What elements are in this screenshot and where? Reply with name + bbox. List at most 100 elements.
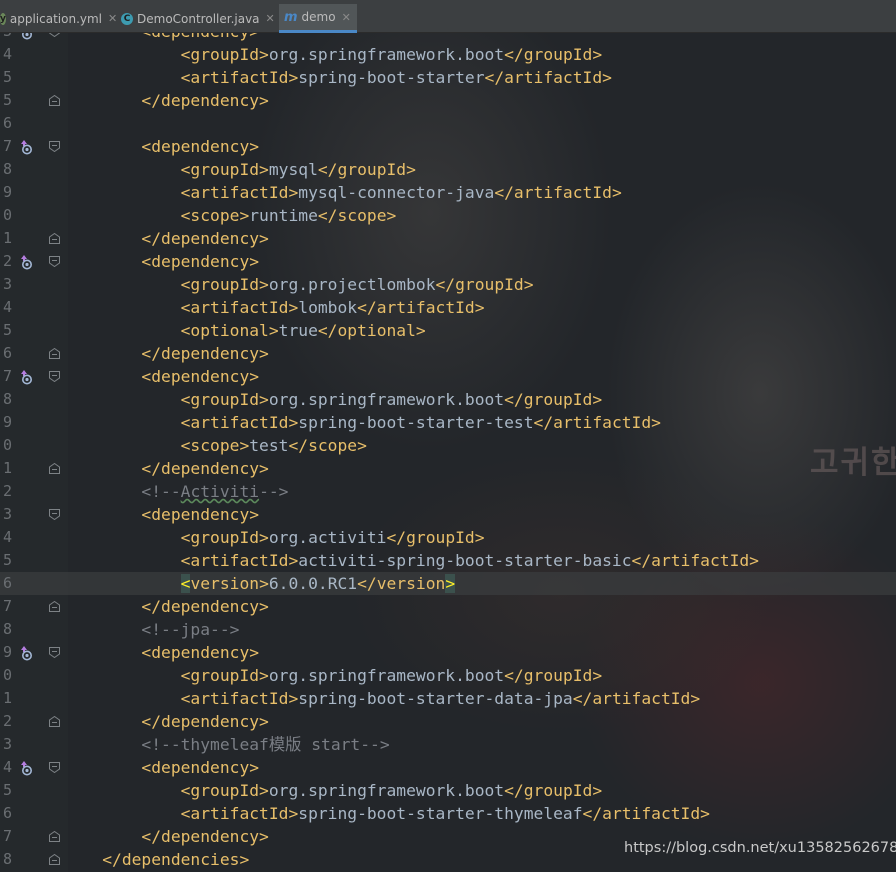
line-number: 9 [2,183,12,201]
code-tag: <dependency> [63,643,260,662]
code-tag: </version [357,574,446,593]
fold-open-icon[interactable] [49,647,60,658]
fold-open-icon[interactable] [49,256,60,267]
code-line[interactable]: 6 [0,112,896,135]
code-tag: </artifactId> [357,298,485,317]
line-number: 1 [2,689,12,707]
code-tag: <dependency> [63,758,260,777]
code-line[interactable]: 6 <version>6.0.0.RC1</version> [0,572,896,595]
code-tag: </artifactId> [582,804,710,823]
overrides-icon[interactable] [19,254,35,270]
code-line[interactable]: 5 <optional>true</optional> [0,319,896,342]
code-line[interactable]: 3 <dependency> [0,503,896,526]
close-icon[interactable]: ✕ [340,11,351,24]
code-comment: <!-- [63,482,181,501]
code-tag: <scope> [63,206,250,225]
line-number: 3 [2,275,12,293]
fold-close-icon[interactable] [49,601,60,612]
code-line[interactable]: 1 <artifactId>spring-boot-starter-data-j… [0,687,896,710]
code-text: </dependency> [63,710,269,733]
code-tag: </dependency> [63,712,269,731]
code-line[interactable]: 4 <groupId>org.springframework.boot</gro… [0,43,896,66]
overrides-icon[interactable] [19,139,35,155]
code-line[interactable]: 0 <scope>test</scope> [0,434,896,457]
code-line[interactable]: 0 <scope>runtime</scope> [0,204,896,227]
code-tag: </groupId> [504,45,603,64]
fold-open-icon[interactable] [49,371,60,382]
code-tag: </optional> [317,321,426,340]
code-line[interactable]: 0 <groupId>org.springframework.boot</gro… [0,664,896,687]
line-number: 0 [2,666,12,684]
code-line[interactable]: 5 <groupId>org.springframework.boot</gro… [0,779,896,802]
code-line[interactable]: 2 <!--Activiti--> [0,480,896,503]
fold-close-icon[interactable] [49,854,60,865]
line-number: 9 [2,413,12,431]
overrides-icon[interactable] [19,760,35,776]
code-line[interactable]: 6 <artifactId>spring-boot-starter-thymel… [0,802,896,825]
line-number: 7 [2,137,12,155]
fold-close-icon[interactable] [49,233,60,244]
code-line[interactable]: 5 <artifactId>spring-boot-starter</artif… [0,66,896,89]
code-line[interactable]: 4 <groupId>org.activiti</groupId> [0,526,896,549]
code-value: spring-boot-starter-test [298,413,534,432]
code-line[interactable]: 7 <dependency> [0,135,896,158]
code-line[interactable]: 3 <!--thymeleaf模版 start--> [0,733,896,756]
tab-label: application.yml [9,11,103,26]
code-line[interactable]: 2 <dependency> [0,250,896,273]
overrides-icon[interactable] [19,645,35,661]
code-line[interactable]: 4 <dependency> [0,756,896,779]
overrides-icon[interactable] [19,33,35,40]
code-line[interactable]: 2 </dependency> [0,710,896,733]
fold-close-icon[interactable] [49,831,60,842]
line-number: 3 [0,33,12,43]
close-icon[interactable]: ✕ [106,12,117,25]
fold-close-icon[interactable] [49,716,60,727]
code-line[interactable]: 9 <artifactId>spring-boot-starter-test</… [0,411,896,434]
fold-close-icon[interactable] [49,463,60,474]
fold-open-icon[interactable] [49,141,60,152]
code-tag: </dependency> [63,827,269,846]
code-line[interactable]: 1 </dependency> [0,227,896,250]
code-line[interactable]: 7 <dependency> [0,365,896,388]
fold-close-icon[interactable] [49,95,60,106]
fold-open-icon[interactable] [49,762,60,773]
code-line[interactable]: 8 <!--jpa--> [0,618,896,641]
fold-open-icon[interactable] [49,509,60,520]
fold-close-icon[interactable] [49,348,60,359]
code-text: <groupId>org.projectlombok</groupId> [63,273,534,296]
code-line[interactable]: 9 <dependency> [0,641,896,664]
code-line[interactable]: 8 <groupId>org.springframework.boot</gro… [0,388,896,411]
code-line[interactable]: 5 </dependency> [0,89,896,112]
code-tag: <optional> [63,321,279,340]
code-line[interactable]: 6 </dependency> [0,342,896,365]
code-value: test [249,436,289,455]
line-number: 5 [2,781,12,799]
line-number: 2 [2,712,12,730]
fold-open-icon[interactable] [49,33,60,37]
line-number: 5 [2,91,12,109]
code-line[interactable]: 1 </dependency> [0,457,896,480]
code-value [63,574,181,593]
tab-application-yml[interactable]: y application.yml ✕ [0,4,117,33]
overrides-icon[interactable] [19,369,35,385]
line-number: 5 [2,551,12,569]
code-line[interactable]: 3 <dependency> [0,33,896,43]
close-icon[interactable]: ✕ [264,12,275,25]
code-text: <groupId>org.springframework.boot</group… [63,779,603,802]
code-line[interactable]: 4 <artifactId>lombok</artifactId> [0,296,896,319]
code-editor[interactable]: 고귀한 별들이 붉게 물들 3 <dependency>4 <groupId>o… [0,33,896,872]
code-text: <groupId>mysql</groupId> [63,158,416,181]
code-tag: <artifactId> [63,68,299,87]
code-line[interactable]: 9 <artifactId>mysql-connector-java</arti… [0,181,896,204]
code-line[interactable]: 3 <groupId>org.projectlombok</groupId> [0,273,896,296]
code-tag: <dependency> [63,252,260,271]
tab-demo[interactable]: m demo ✕ [279,4,357,33]
code-line[interactable]: 8 <groupId>mysql</groupId> [0,158,896,181]
tab-democontroller-java[interactable]: C DemoController.java ✕ [121,4,275,33]
code-text: <dependency> [63,135,259,158]
code-comment: <!--thymeleaf模版 start--> [63,735,390,754]
code-tag: </artifactId> [494,183,622,202]
line-number: 6 [2,804,12,822]
code-line[interactable]: 7 </dependency> [0,595,896,618]
code-line[interactable]: 5 <artifactId>activiti-spring-boot-start… [0,549,896,572]
